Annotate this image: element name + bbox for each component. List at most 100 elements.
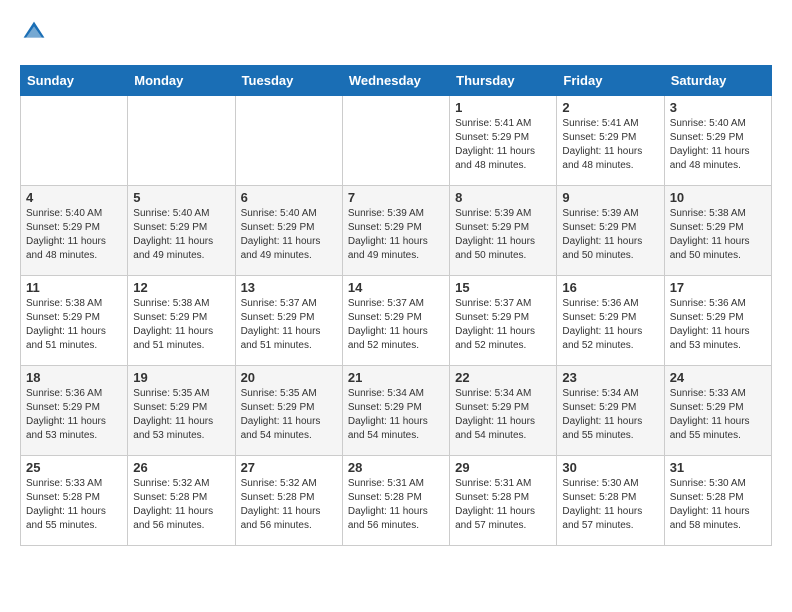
day-number: 4 [26,190,122,205]
day-number: 18 [26,370,122,385]
calendar-cell: 4 Sunrise: 5:40 AM Sunset: 5:29 PM Daylig… [21,186,128,276]
calendar-week-row: 11 Sunrise: 5:38 AM Sunset: 5:29 PM Dayli… [21,276,772,366]
day-number: 29 [455,460,551,475]
day-info: Sunrise: 5:36 AM Sunset: 5:29 PM Dayligh… [26,387,122,443]
calendar-week-row: 4 Sunrise: 5:40 AM Sunset: 5:29 PM Daylig… [21,186,772,276]
day-number: 5 [133,190,229,205]
calendar-cell: 5 Sunrise: 5:40 AM Sunset: 5:29 PM Daylig… [128,186,235,276]
day-number: 2 [562,100,658,115]
day-number: 25 [26,460,122,475]
day-number: 21 [348,370,444,385]
day-number: 28 [348,460,444,475]
day-info: Sunrise: 5:38 AM Sunset: 5:29 PM Dayligh… [670,207,766,263]
day-info: Sunrise: 5:35 AM Sunset: 5:29 PM Dayligh… [133,387,229,443]
calendar-cell: 6 Sunrise: 5:40 AM Sunset: 5:29 PM Daylig… [235,186,342,276]
day-number: 7 [348,190,444,205]
day-number: 20 [241,370,337,385]
day-info: Sunrise: 5:37 AM Sunset: 5:29 PM Dayligh… [241,297,337,353]
day-info: Sunrise: 5:40 AM Sunset: 5:29 PM Dayligh… [26,207,122,263]
day-number: 17 [670,280,766,295]
day-number: 24 [670,370,766,385]
day-number: 19 [133,370,229,385]
weekday-header: Monday [128,66,235,96]
calendar-cell: 11Sunrise: 5:38 AM Sunset: 5:29 PM Dayli… [21,276,128,366]
day-number: 10 [670,190,766,205]
day-info: Sunrise: 5:31 AM Sunset: 5:28 PM Dayligh… [455,477,551,533]
calendar-cell [21,96,128,186]
day-info: Sunrise: 5:30 AM Sunset: 5:28 PM Dayligh… [562,477,658,533]
day-number: 15 [455,280,551,295]
calendar-cell: 7Sunrise: 5:39 AM Sunset: 5:29 PM Daylig… [342,186,449,276]
calendar-cell: 10 Sunrise: 5:38 AM Sunset: 5:29 PM Dayli… [664,186,771,276]
calendar-cell: 17 Sunrise: 5:36 AM Sunset: 5:29 PM Dayli… [664,276,771,366]
weekday-header: Saturday [664,66,771,96]
calendar-cell: 27 Sunrise: 5:32 AM Sunset: 5:28 PM Dayli… [235,456,342,546]
day-info: Sunrise: 5:36 AM Sunset: 5:29 PM Dayligh… [562,297,658,353]
logo [20,20,46,49]
calendar-cell: 3 Sunrise: 5:40 AM Sunset: 5:29 PM Daylig… [664,96,771,186]
calendar-cell: 20 Sunrise: 5:35 AM Sunset: 5:29 PM Dayli… [235,366,342,456]
day-number: 8 [455,190,551,205]
day-info: Sunrise: 5:41 AM Sunset: 5:29 PM Dayligh… [562,117,658,173]
calendar-cell: 24Sunrise: 5:33 AM Sunset: 5:29 PM Dayli… [664,366,771,456]
day-info: Sunrise: 5:39 AM Sunset: 5:29 PM Dayligh… [455,207,551,263]
day-number: 13 [241,280,337,295]
calendar-cell: 14 Sunrise: 5:37 AM Sunset: 5:29 PM Dayli… [342,276,449,366]
calendar-table: SundayMondayTuesdayWednesdayThursdayFrid… [20,65,772,546]
calendar-cell: 8 Sunrise: 5:39 AM Sunset: 5:29 PM Daylig… [450,186,557,276]
calendar-cell: 25 Sunrise: 5:33 AM Sunset: 5:28 PM Dayli… [21,456,128,546]
day-info: Sunrise: 5:34 AM Sunset: 5:29 PM Dayligh… [562,387,658,443]
day-info: Sunrise: 5:30 AM Sunset: 5:28 PM Dayligh… [670,477,766,533]
calendar-cell: 19 Sunrise: 5:35 AM Sunset: 5:29 PM Dayli… [128,366,235,456]
day-info: Sunrise: 5:37 AM Sunset: 5:29 PM Dayligh… [455,297,551,353]
calendar-cell: 22Sunrise: 5:34 AM Sunset: 5:29 PM Dayli… [450,366,557,456]
page-header [20,20,772,49]
calendar-week-row: 1 Sunrise: 5:41 AM Sunset: 5:29 PM Daylig… [21,96,772,186]
day-info: Sunrise: 5:31 AM Sunset: 5:28 PM Dayligh… [348,477,444,533]
day-number: 9 [562,190,658,205]
day-info: Sunrise: 5:35 AM Sunset: 5:29 PM Dayligh… [241,387,337,443]
weekday-header: Sunday [21,66,128,96]
day-number: 16 [562,280,658,295]
day-number: 27 [241,460,337,475]
weekday-header: Friday [557,66,664,96]
day-number: 3 [670,100,766,115]
day-info: Sunrise: 5:38 AM Sunset: 5:29 PM Dayligh… [133,297,229,353]
weekday-header: Thursday [450,66,557,96]
day-number: 23 [562,370,658,385]
calendar-cell: 30 Sunrise: 5:30 AM Sunset: 5:28 PM Dayli… [557,456,664,546]
calendar-cell: 12Sunrise: 5:38 AM Sunset: 5:29 PM Dayli… [128,276,235,366]
calendar-cell: 9Sunrise: 5:39 AM Sunset: 5:29 PM Daylig… [557,186,664,276]
calendar-cell [235,96,342,186]
day-number: 31 [670,460,766,475]
calendar-cell: 29 Sunrise: 5:31 AM Sunset: 5:28 PM Dayli… [450,456,557,546]
day-number: 11 [26,280,122,295]
day-info: Sunrise: 5:33 AM Sunset: 5:28 PM Dayligh… [26,477,122,533]
day-info: Sunrise: 5:40 AM Sunset: 5:29 PM Dayligh… [241,207,337,263]
day-info: Sunrise: 5:41 AM Sunset: 5:29 PM Dayligh… [455,117,551,173]
weekday-header: Tuesday [235,66,342,96]
day-number: 6 [241,190,337,205]
day-number: 14 [348,280,444,295]
calendar-header-row: SundayMondayTuesdayWednesdayThursdayFrid… [21,66,772,96]
day-number: 30 [562,460,658,475]
calendar-cell [128,96,235,186]
day-info: Sunrise: 5:37 AM Sunset: 5:29 PM Dayligh… [348,297,444,353]
calendar-cell: 13 Sunrise: 5:37 AM Sunset: 5:29 PM Dayli… [235,276,342,366]
calendar-cell: 23 Sunrise: 5:34 AM Sunset: 5:29 PM Dayli… [557,366,664,456]
calendar-cell: 26Sunrise: 5:32 AM Sunset: 5:28 PM Dayli… [128,456,235,546]
calendar-cell: 16 Sunrise: 5:36 AM Sunset: 5:29 PM Dayli… [557,276,664,366]
day-number: 1 [455,100,551,115]
weekday-header: Wednesday [342,66,449,96]
calendar-cell [342,96,449,186]
day-info: Sunrise: 5:40 AM Sunset: 5:29 PM Dayligh… [670,117,766,173]
calendar-cell: 18 Sunrise: 5:36 AM Sunset: 5:29 PM Dayli… [21,366,128,456]
calendar-week-row: 18 Sunrise: 5:36 AM Sunset: 5:29 PM Dayli… [21,366,772,456]
day-info: Sunrise: 5:34 AM Sunset: 5:29 PM Dayligh… [348,387,444,443]
calendar-cell: 28 Sunrise: 5:31 AM Sunset: 5:28 PM Dayli… [342,456,449,546]
day-info: Sunrise: 5:32 AM Sunset: 5:28 PM Dayligh… [241,477,337,533]
day-info: Sunrise: 5:36 AM Sunset: 5:29 PM Dayligh… [670,297,766,353]
day-info: Sunrise: 5:40 AM Sunset: 5:29 PM Dayligh… [133,207,229,263]
calendar-cell: 1 Sunrise: 5:41 AM Sunset: 5:29 PM Daylig… [450,96,557,186]
day-info: Sunrise: 5:34 AM Sunset: 5:29 PM Dayligh… [455,387,551,443]
